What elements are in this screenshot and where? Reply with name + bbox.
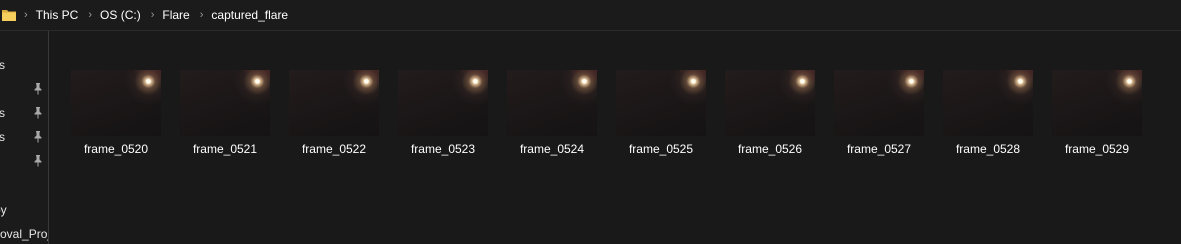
nav-item-label: s: [0, 106, 5, 120]
pin-icon[interactable]: [33, 155, 43, 167]
nav-item[interactable]: [0, 79, 48, 99]
file-thumbnail: [507, 70, 597, 136]
file-tile[interactable]: frame_0526: [724, 69, 816, 161]
file-name: frame_0525: [628, 142, 694, 156]
file-tile[interactable]: frame_0522: [288, 69, 380, 161]
file-tile[interactable]: frame_0521: [179, 69, 271, 161]
file-thumbnail: [943, 70, 1033, 136]
file-name: frame_0522: [301, 142, 367, 156]
file-name: frame_0528: [955, 142, 1021, 156]
nav-item-label: oval_Proj: [0, 227, 49, 241]
breadcrumb-this-pc[interactable]: This PC: [36, 8, 79, 22]
file-thumbnail: [616, 70, 706, 136]
file-name: frame_0529: [1064, 142, 1130, 156]
file-name: frame_0526: [737, 142, 803, 156]
file-thumbnail: [725, 70, 815, 136]
folder-icon: [2, 8, 16, 22]
pin-icon[interactable]: [33, 107, 43, 119]
nav-item[interactable]: oval_Proj: [0, 224, 48, 244]
file-tile[interactable]: frame_0520: [70, 69, 162, 161]
file-tile[interactable]: frame_0525: [615, 69, 707, 161]
pin-icon[interactable]: [33, 131, 43, 143]
pin-icon[interactable]: [33, 83, 43, 95]
breadcrumb-flare[interactable]: Flare: [162, 8, 189, 22]
file-tile[interactable]: frame_0523: [397, 69, 489, 161]
file-thumbnail: [834, 70, 924, 136]
nav-item-label: py: [0, 203, 7, 217]
nav-item[interactable]: py: [0, 200, 48, 220]
nav-item-label: s: [0, 130, 5, 144]
navigation-pane: s s s py oval_Proj: [0, 31, 49, 244]
file-name: frame_0523: [410, 142, 476, 156]
chevron-right-icon[interactable]: ›: [88, 9, 92, 21]
file-name: frame_0524: [519, 142, 585, 156]
file-name: frame_0527: [846, 142, 912, 156]
file-name: frame_0520: [83, 142, 149, 156]
file-thumbnail: [398, 70, 488, 136]
nav-item[interactable]: [0, 151, 48, 171]
file-thumbnail: [1052, 70, 1142, 136]
file-thumbnail: [180, 70, 270, 136]
nav-item[interactable]: s: [0, 103, 48, 123]
breadcrumb-captured-flare[interactable]: captured_flare: [211, 8, 288, 22]
nav-item-label: s: [0, 58, 5, 72]
chevron-right-icon[interactable]: ›: [200, 9, 204, 21]
file-thumbnail: [71, 70, 161, 136]
file-tile[interactable]: frame_0527: [833, 69, 925, 161]
chevron-right-icon[interactable]: ›: [151, 9, 155, 21]
address-bar[interactable]: › This PC › OS (C:) › Flare › captured_f…: [0, 0, 1181, 31]
file-tile[interactable]: frame_0529: [1051, 69, 1143, 161]
nav-item[interactable]: s: [0, 55, 48, 75]
file-name: frame_0521: [192, 142, 258, 156]
file-tile[interactable]: frame_0528: [942, 69, 1034, 161]
file-thumbnail: [289, 70, 379, 136]
file-view: frame_0520 frame_0521 frame_0522 frame_0…: [49, 31, 1181, 244]
chevron-right-icon[interactable]: ›: [24, 9, 28, 21]
file-tile[interactable]: frame_0524: [506, 69, 598, 161]
breadcrumb-os-drive[interactable]: OS (C:): [100, 8, 141, 22]
nav-item[interactable]: s: [0, 127, 48, 147]
